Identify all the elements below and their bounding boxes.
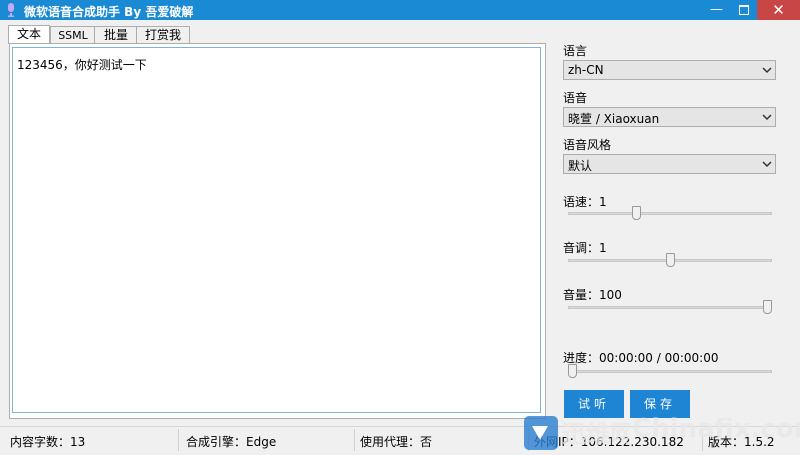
maximize-button[interactable]: [730, 0, 757, 20]
language-select[interactable]: zh-CN: [563, 60, 776, 80]
language-value: zh-CN: [568, 63, 604, 77]
slider-track: [568, 212, 772, 215]
tab-text[interactable]: 文本: [8, 25, 50, 44]
close-button[interactable]: ✕: [757, 0, 800, 20]
language-label: 语言: [563, 44, 588, 58]
minimize-button[interactable]: —: [703, 0, 730, 20]
slider-thumb[interactable]: [632, 206, 641, 220]
style-value: 默认: [568, 159, 593, 173]
watermark-text: Chinafix.com: [632, 414, 800, 444]
char-count: 内容字数：13: [10, 435, 86, 449]
chevron-down-icon: [762, 67, 772, 74]
style-select[interactable]: 默认: [563, 154, 776, 174]
voice-label: 语音: [563, 91, 588, 105]
speed-slider[interactable]: [568, 206, 772, 222]
close-icon: ✕: [772, 1, 785, 19]
window-title: 微软语音合成助手 By 吾爱破解: [24, 5, 194, 19]
watermark: 迅维网 Chinafix.com: [520, 410, 800, 454]
tab-donate[interactable]: 打赏我: [136, 26, 190, 44]
minimize-icon: —: [710, 2, 723, 17]
watermark-logo-icon: 迅维网: [524, 416, 630, 450]
chevron-down-icon: [762, 161, 772, 168]
svg-text:迅维网: 迅维网: [562, 420, 630, 448]
chevron-down-icon: [762, 114, 772, 121]
engine-status: 合成引擎：Edge: [186, 435, 277, 449]
slider-track: [568, 370, 772, 373]
pitch-slider[interactable]: [568, 253, 772, 269]
tab-batch[interactable]: 批量: [94, 26, 138, 44]
voice-select[interactable]: 晓萱 / Xiaoxuan: [563, 107, 776, 127]
maximize-icon: [738, 4, 749, 15]
slider-thumb[interactable]: [666, 253, 675, 267]
voice-value: 晓萱 / Xiaoxuan: [568, 112, 660, 126]
tab-ssml[interactable]: SSML: [50, 26, 96, 44]
volume-slider[interactable]: [568, 300, 772, 316]
slider-thumb[interactable]: [568, 364, 577, 378]
microphone-icon: [8, 3, 14, 17]
text-editor[interactable]: 123456，你好测试一下: [12, 47, 541, 413]
slider-track: [568, 306, 772, 309]
style-label: 语音风格: [563, 138, 612, 152]
title-bar: 微软语音合成助手 By 吾爱破解 — ✕: [0, 0, 800, 20]
proxy-status: 使用代理：否: [360, 435, 433, 449]
status-divider: [354, 429, 355, 451]
progress-slider[interactable]: [568, 364, 772, 380]
editor-frame: 123456，你好测试一下: [9, 43, 546, 419]
slider-thumb[interactable]: [763, 300, 772, 314]
status-divider: [178, 429, 179, 451]
